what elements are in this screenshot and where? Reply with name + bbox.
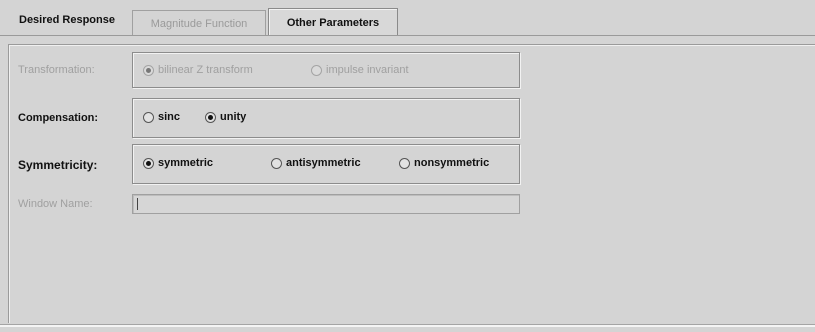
compensation-label: Compensation: — [18, 112, 99, 124]
panel-bottom-border — [0, 324, 815, 327]
transformation-option-bilinear-label: bilinear Z transform — [158, 64, 253, 76]
compensation-option-sinc[interactable]: sinc — [143, 111, 180, 123]
radio-unselected-icon[interactable] — [143, 111, 154, 123]
transformation-option-impulse: impulse invariant — [311, 64, 409, 76]
symmetricity-option-nonsymmetric-label: nonsymmetric — [414, 157, 490, 169]
transformation-option-bilinear: bilinear Z transform — [143, 64, 253, 76]
tab-divider — [0, 35, 815, 36]
radio-unselected-icon — [311, 64, 322, 76]
window-name-field — [132, 194, 520, 214]
tab-magnitude-function: Magnitude Function — [132, 10, 266, 36]
compensation-option-unity[interactable]: unity — [205, 111, 246, 123]
tab-desired-response[interactable]: Desired Response — [4, 8, 130, 32]
radio-unselected-icon[interactable] — [271, 157, 282, 169]
symmetricity-option-antisymmetric-label: antisymmetric — [286, 157, 361, 169]
radio-selected-icon — [143, 64, 154, 76]
transformation-option-impulse-label: impulse invariant — [326, 64, 409, 76]
transformation-label: Transformation: — [18, 64, 95, 76]
symmetricity-option-antisymmetric[interactable]: antisymmetric — [271, 157, 361, 169]
symmetricity-option-symmetric[interactable]: symmetric — [143, 157, 213, 169]
window-name-label: Window Name: — [18, 198, 93, 210]
radio-unselected-icon[interactable] — [399, 157, 410, 169]
compensation-option-unity-label: unity — [220, 111, 247, 123]
symmetricity-option-symmetric-label: symmetric — [158, 157, 214, 169]
transformation-group: bilinear Z transform impulse invariant — [132, 52, 520, 88]
compensation-option-sinc-label: sinc — [158, 111, 181, 123]
symmetricity-option-nonsymmetric[interactable]: nonsymmetric — [399, 157, 489, 169]
symmetricity-label: Symmetricity: — [18, 158, 98, 172]
tab-other-parameters[interactable]: Other Parameters — [268, 8, 398, 36]
symmetricity-group: symmetric antisymmetric nonsymmetric — [132, 144, 520, 184]
compensation-group: sinc unity — [132, 98, 520, 138]
radio-selected-icon[interactable] — [205, 111, 216, 123]
text-caret — [137, 198, 138, 210]
tab-bar: Desired Response Magnitude Function Othe… — [0, 0, 815, 36]
radio-selected-icon[interactable] — [143, 157, 154, 169]
